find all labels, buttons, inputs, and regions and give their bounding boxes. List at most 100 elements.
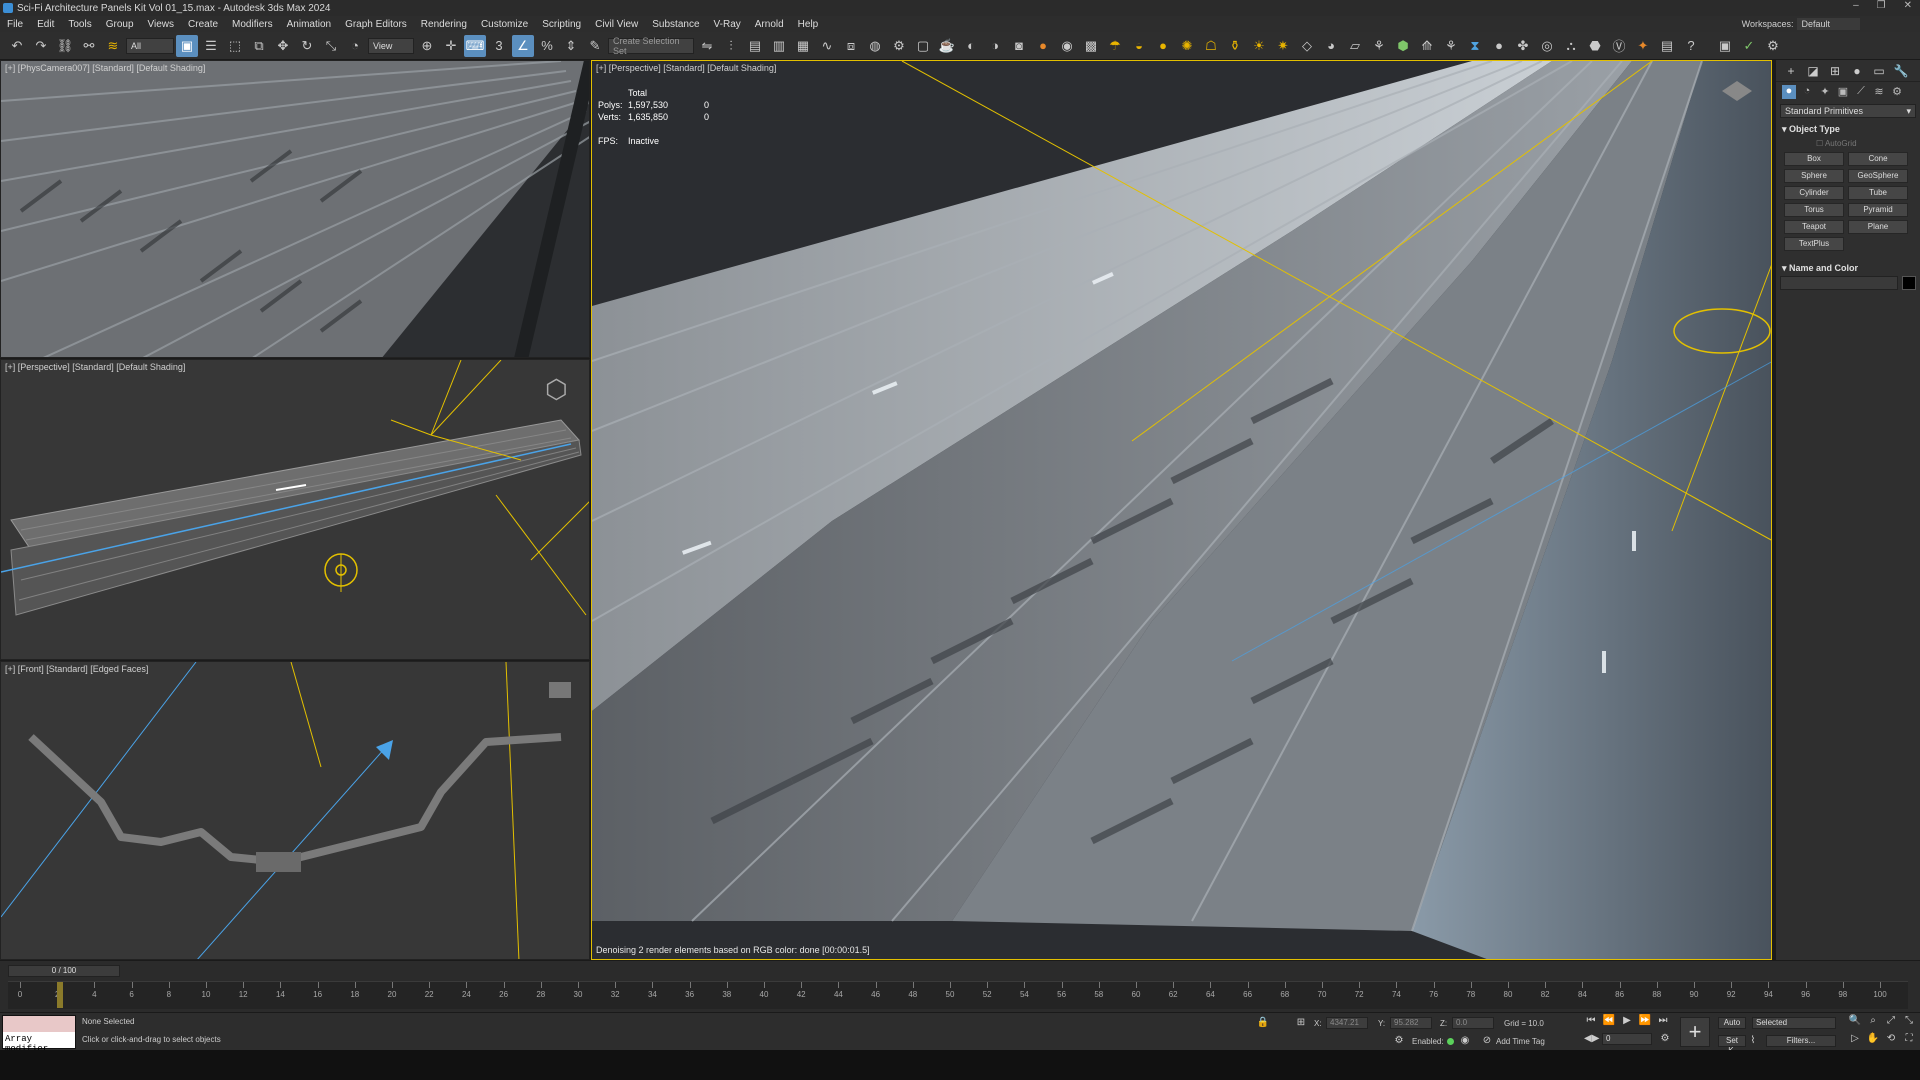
vray-decal-icon[interactable]: ⬢: [1392, 35, 1414, 57]
time-slider[interactable]: 0 / 100: [8, 965, 120, 977]
move-icon[interactable]: ✥: [272, 35, 294, 57]
teapot-button[interactable]: Teapot: [1784, 220, 1844, 234]
undo-icon[interactable]: ↶: [6, 35, 28, 57]
pyramid-button[interactable]: Pyramid: [1848, 203, 1908, 217]
sky-icon[interactable]: ✷: [1272, 35, 1294, 57]
toggle-scene-explorer-icon[interactable]: ▤: [744, 35, 766, 57]
zoom-icon[interactable]: 🔍: [1848, 1015, 1862, 1029]
space-warps-icon[interactable]: ≋: [1872, 85, 1886, 99]
align-icon[interactable]: ⫶: [720, 35, 742, 57]
schematic-view-icon[interactable]: ⧈: [840, 35, 862, 57]
vray-frame-buffer-icon[interactable]: ◑: [984, 35, 1006, 57]
create-tab-icon[interactable]: +: [1782, 64, 1800, 80]
viewport-perspective-main[interactable]: [+] [Perspective] [Standard] [Default Sh…: [591, 60, 1772, 960]
rendering-settings-icon[interactable]: ▤: [1656, 35, 1678, 57]
restore-icon[interactable]: ❐: [1877, 0, 1886, 11]
ribbon-icon[interactable]: ▦: [792, 35, 814, 57]
textplus-button[interactable]: TextPlus: [1784, 237, 1844, 251]
shapes-icon[interactable]: ◔: [1800, 85, 1814, 99]
link-icon[interactable]: ⛓: [54, 35, 76, 57]
arnold-render-icon[interactable]: ◉: [1056, 35, 1078, 57]
menu-arnold[interactable]: Arnold: [748, 19, 791, 30]
ribbon-toggle-icon[interactable]: ▣: [1714, 35, 1736, 57]
reference-coord-dropdown[interactable]: View: [368, 37, 414, 54]
viewport-label[interactable]: [+] [Perspective] [Standard] [Default Sh…: [5, 362, 185, 372]
object-name-field[interactable]: [1780, 276, 1898, 290]
pan-icon[interactable]: ✋: [1866, 1033, 1880, 1047]
maxscript-line[interactable]: Array modifier: [3, 1032, 75, 1054]
systems-icon[interactable]: ⚙: [1890, 85, 1904, 99]
vray-proxy-icon[interactable]: ◇: [1296, 35, 1318, 57]
display-tab-icon[interactable]: ▭: [1870, 64, 1888, 80]
layer-explorer-icon[interactable]: ▥: [768, 35, 790, 57]
render-frame-icon[interactable]: ▢: [912, 35, 934, 57]
viewcube-icon[interactable]: [549, 682, 571, 698]
menu-customize[interactable]: Customize: [474, 19, 535, 30]
menu-rendering[interactable]: Rendering: [414, 19, 474, 30]
percent-snap-icon[interactable]: %: [536, 35, 558, 57]
field-of-view-icon[interactable]: ▷: [1848, 1033, 1862, 1047]
unlink-icon[interactable]: ⚯: [78, 35, 100, 57]
plane-button[interactable]: Plane: [1848, 220, 1908, 234]
geosphere-button[interactable]: GeoSphere: [1848, 169, 1908, 183]
utilities-tab-icon[interactable]: 🔧: [1892, 64, 1910, 80]
prev-frame-icon[interactable]: ⏪: [1602, 1015, 1616, 1029]
help-icon[interactable]: ?: [1680, 35, 1702, 57]
angle-snap-icon[interactable]: ∠: [512, 34, 534, 57]
settings-icon[interactable]: ⚙: [1762, 35, 1784, 57]
isolate-icon[interactable]: ◉: [1458, 1035, 1472, 1049]
cone-button[interactable]: Cone: [1848, 152, 1908, 166]
sync-icon[interactable]: ✓: [1738, 35, 1760, 57]
selection-filter-dropdown[interactable]: All: [126, 37, 174, 54]
menu-views[interactable]: Views: [141, 19, 182, 30]
vray-clipper-icon[interactable]: ⟰: [1416, 35, 1438, 57]
lights-icon[interactable]: ✦: [1818, 85, 1832, 99]
rect-region-icon[interactable]: ⬚: [224, 35, 246, 57]
key-mode-icon[interactable]: ◀▶: [1584, 1033, 1599, 1047]
vray-render-icon[interactable]: ◙: [1008, 35, 1030, 57]
primitive-category-dropdown[interactable]: Standard Primitives ▾: [1780, 104, 1916, 118]
workspace-dropdown[interactable]: Default: [1797, 18, 1860, 30]
adaptive-degradation-icon[interactable]: ⚙: [1392, 1035, 1406, 1049]
set-key-button[interactable]: Set K.: [1718, 1035, 1746, 1055]
cylinder-button[interactable]: Cylinder: [1784, 186, 1844, 200]
selection-set-dropdown[interactable]: Create Selection Set: [608, 36, 694, 56]
box-button[interactable]: Box: [1784, 152, 1844, 166]
zoom-extents-icon[interactable]: ⤢: [1884, 1015, 1898, 1029]
vray-fur-icon[interactable]: ◕: [1320, 35, 1342, 57]
viewport-perspective-small[interactable]: [+] [Perspective] [Standard] [Default Sh…: [0, 359, 590, 660]
name-color-rollout[interactable]: ▾ Name and Color: [1782, 263, 1916, 274]
mirror-icon[interactable]: ⇋: [696, 35, 718, 57]
menu-substance[interactable]: Substance: [645, 19, 706, 30]
zoom-all-icon[interactable]: ⌕: [1866, 1015, 1880, 1029]
menu-graph-editors[interactable]: Graph Editors: [338, 19, 414, 30]
viewport-label[interactable]: [+] [Perspective] [Standard] [Default Sh…: [596, 63, 776, 73]
arnold-tools-icon[interactable]: ✦: [1632, 35, 1654, 57]
absolute-mode-icon[interactable]: ⊞: [1294, 1017, 1308, 1031]
vray-vision-icon[interactable]: ⬣: [1584, 35, 1606, 57]
vray-plane-icon[interactable]: ▱: [1344, 35, 1366, 57]
vray-ies-icon[interactable]: ⚱: [1224, 35, 1246, 57]
vray-scene-icon[interactable]: ⧗: [1464, 35, 1486, 57]
close-icon[interactable]: ✕: [1904, 0, 1912, 11]
menu-civil-view[interactable]: Civil View: [588, 19, 645, 30]
trackbar[interactable]: 0246810121416182022242628303234363840424…: [8, 981, 1908, 1009]
vray-cosmos-icon[interactable]: ⛬: [1560, 35, 1582, 57]
render-icon[interactable]: ☕: [936, 35, 958, 57]
workspace-selector[interactable]: Workspaces: Default: [1742, 18, 1860, 30]
scale-icon[interactable]: ⤡: [320, 35, 342, 57]
object-type-rollout[interactable]: ▾ Object Type: [1782, 124, 1916, 135]
menu-scripting[interactable]: Scripting: [535, 19, 588, 30]
render-setup-icon[interactable]: ⚙: [888, 35, 910, 57]
modify-tab-icon[interactable]: ◪: [1804, 64, 1822, 80]
snap-toggle-icon[interactable]: 3: [488, 35, 510, 57]
vray-scatter-icon[interactable]: ⚘: [1368, 35, 1390, 57]
time-cursor[interactable]: [57, 982, 63, 1008]
use-pivot-center-icon[interactable]: ⊕: [416, 35, 438, 57]
key-tangent-icon[interactable]: ⌇: [1746, 1035, 1760, 1049]
minimize-icon[interactable]: –: [1853, 0, 1859, 11]
key-filter-dropdown[interactable]: Selected: [1752, 1017, 1836, 1029]
menu-edit[interactable]: Edit: [30, 19, 61, 30]
shader-ball-icon[interactable]: ✤: [1512, 35, 1534, 57]
z-coord-field[interactable]: 0.0: [1452, 1017, 1494, 1029]
